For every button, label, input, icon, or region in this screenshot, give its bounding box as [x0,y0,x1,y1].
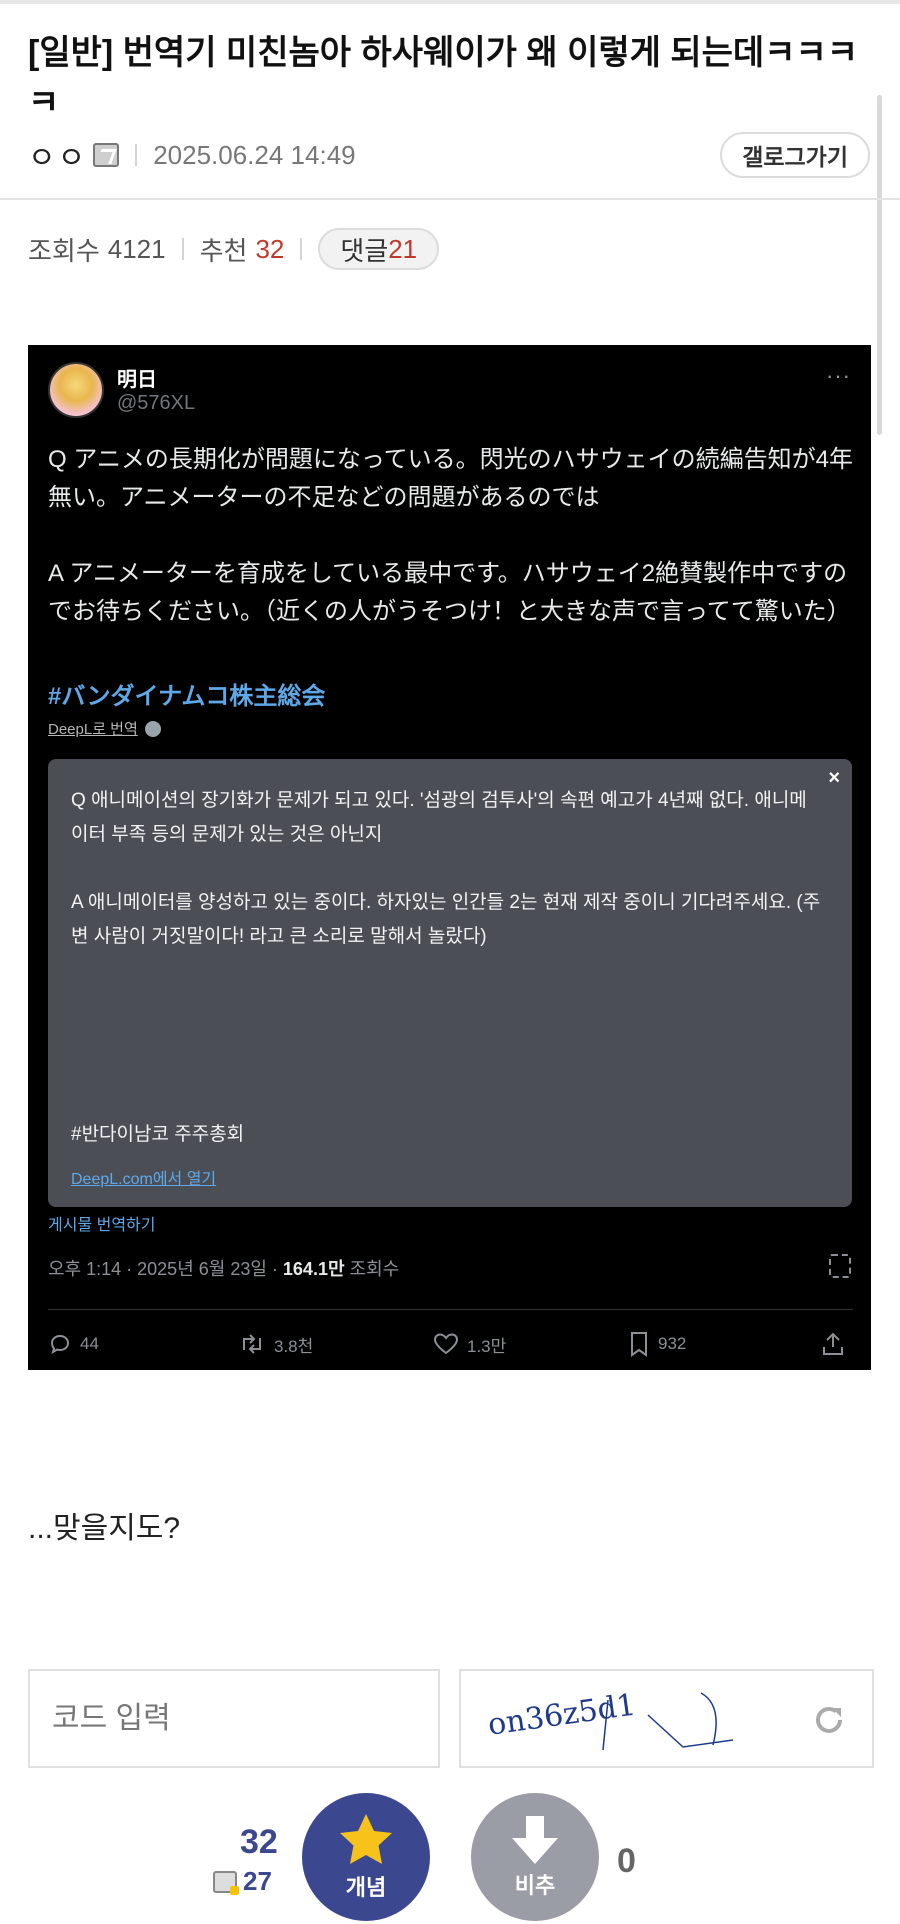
retweet-count: 3.8천 [274,1336,314,1356]
tweet-text: Q アニメの長期化が問題になっている。閃光のハサウェイの続編告知が4年無い。アニ… [48,441,853,669]
scrollbar[interactable] [877,95,882,435]
deepl-translate-label[interactable]: DeepL로 번역 [48,718,161,739]
fixed-nick-recommend: 27 [213,1866,272,1897]
tweet-timestamp: 오후 1:14 · 2025년 6월 23일 · [48,1259,283,1279]
retweet-button[interactable]: 3.8천 [238,1332,433,1357]
tweet-embed[interactable]: 明日 @576XL ··· Q アニメの長期化が問題になっている。閃光のハサウェ… [28,345,871,1370]
bookmark-icon [631,1332,647,1357]
comment-label: 댓글 [340,235,389,266]
deepl-logo-icon [144,720,161,737]
meta-separator [135,144,138,166]
bookmark-button[interactable]: 932 [628,1331,808,1357]
translation-box: × Q 애니메이션의 장기화가 문제가 되고 있다. '섬광의 검투사'의 속편… [48,759,852,1207]
stats-separator [300,238,303,260]
retweet-icon [243,1334,261,1354]
svg-text:on36z5d1: on36z5d1 [486,1687,638,1742]
more-options-icon[interactable]: ··· [826,363,851,389]
translation-text: Q 애니메이션의 장기화가 문제가 되고 있다. '섬광의 검투사'의 속편 예… [71,784,821,988]
post-body-text: ...맞을지도? [28,1512,181,1545]
recommend-count: 32 [255,233,285,264]
captcha-box: on36z5d1 [459,1669,874,1768]
fixed-recommend-count: 27 [243,1866,272,1896]
captcha-code-input[interactable] [28,1669,440,1768]
avatar[interactable] [48,362,104,418]
fixed-nick-icon [93,143,120,167]
share-button[interactable] [821,1331,853,1357]
post-title: [일반] 번역기 미친놈아 하사웨이가 왜 이렇게 되는데ㅋㅋㅋㅋ [28,34,859,122]
post-date: 2025.06.24 14:49 [153,139,356,170]
reply-icon [50,1334,70,1355]
tweet-question: Q アニメの長期化が問題になっている。閃光のハサウェイの続編告知が4年無い。アニ… [48,446,854,511]
like-count: 1.3만 [467,1336,507,1356]
comment-count-button[interactable]: 댓글 21 [318,228,440,270]
views-label: 조회수 [28,235,100,266]
downvote-button[interactable]: 비추 [471,1793,599,1921]
header-divider [0,198,900,200]
tweet-author-name[interactable]: 明日 [117,363,157,392]
like-button[interactable]: 1.3만 [433,1332,628,1357]
recommend-total: 32 [240,1823,278,1861]
downvote-label: 비추 [514,1873,556,1898]
translation-answer: A 애니메이터를 양성하고 있는 중이다. 하자있는 인간들 2는 현재 제작 … [71,892,821,947]
heart-icon [433,1333,459,1355]
tweet-author-handle[interactable]: @576XL [117,392,195,415]
arrow-down-icon [512,1816,558,1864]
close-icon[interactable]: × [828,767,840,790]
tweet-view-count: 164.1만 [282,1259,345,1279]
recommend-button[interactable]: 개념 [302,1793,430,1921]
tweet-meta: 오후 1:14 · 2025년 6월 23일 · 164.1만 조회수 [48,1255,399,1281]
views-count: 4121 [107,233,166,264]
tweet-divider [48,1309,853,1310]
stats-separator [181,238,184,260]
translation-question: Q 애니메이션의 장기화가 문제가 되고 있다. '섬광의 검투사'의 속편 예… [71,790,807,845]
post-meta: ㅇㅇ 2025.06.24 14:49 갤로그가기 [28,132,870,178]
star-icon [340,1814,392,1864]
tweet-view-label: 조회수 [344,1259,400,1279]
reply-button[interactable]: 44 [48,1332,238,1356]
tweet-hashtag[interactable]: #バンダイナムコ株主総会 [48,676,325,711]
tweet-answer: A アニメーターを育成をしている最中です。ハサウェイ2絶賛製作中ですのでお待ちく… [48,560,851,625]
tweet-actions: 44 3.8천 1.3만 932 [48,1327,853,1361]
translation-hashtag: #반다이남코 주주총회 [71,1124,245,1145]
captcha-image: on36z5d1 [486,1687,734,1751]
comment-count: 21 [388,233,418,264]
analytics-icon[interactable] [829,1254,851,1278]
recommend-label: 개념 [345,1875,387,1900]
top-border [0,0,900,4]
reply-count: 44 [80,1334,99,1353]
bookmark-count: 932 [658,1334,687,1353]
refresh-icon[interactable] [812,1703,846,1737]
translate-post-link[interactable]: 게시물 번역하기 [48,1211,156,1235]
gallog-button[interactable]: 갤로그가기 [720,132,870,178]
deepl-label-text: DeepL로 번역 [48,721,138,738]
share-icon [823,1332,843,1355]
downvote-count: 0 [617,1842,636,1880]
author-name[interactable]: ㅇㅇ [28,133,87,177]
open-deepl-link[interactable]: DeepL.com에서 열기 [71,1165,216,1189]
post-stats: 조회수 4121 추천 32 댓글 21 [28,226,440,272]
recommend-label: 추천 [199,235,248,266]
fixed-nick-icon [213,1870,239,1895]
